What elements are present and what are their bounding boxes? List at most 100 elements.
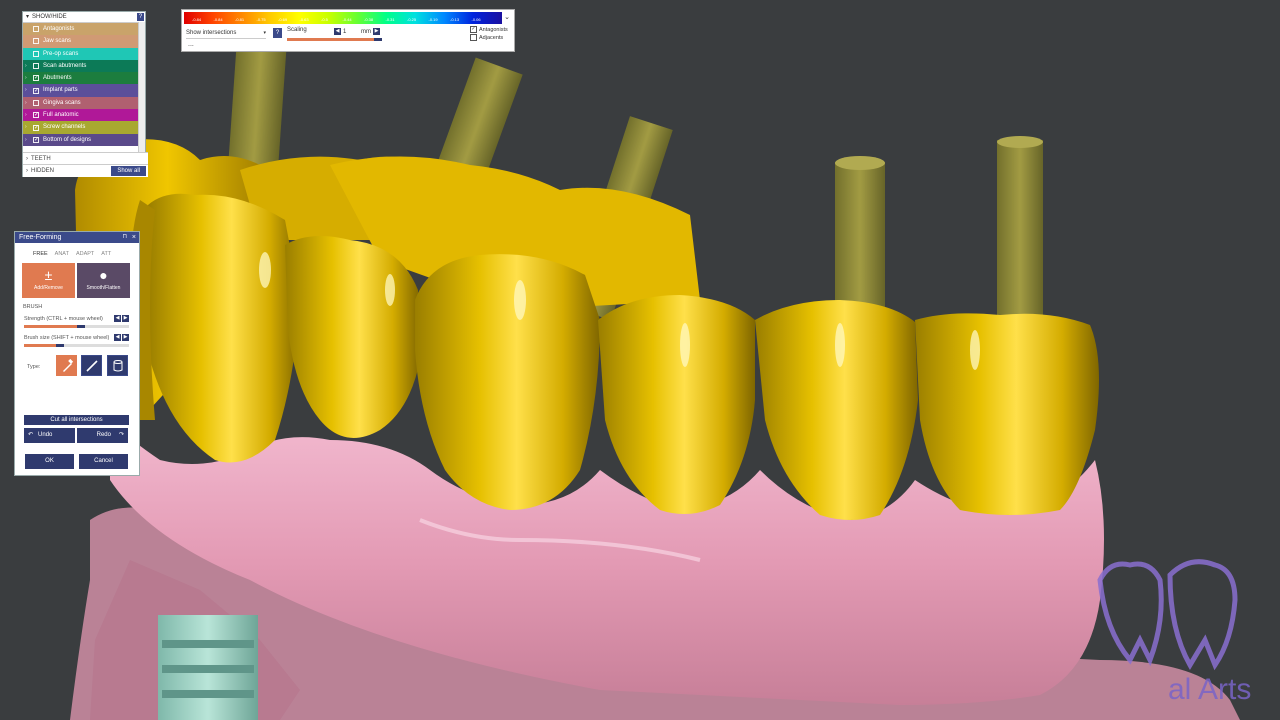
cancel-button[interactable]: Cancel xyxy=(79,454,128,469)
layer-label: Scan abutments xyxy=(43,62,87,69)
chevron-down-icon[interactable]: ⌄ xyxy=(504,13,510,21)
decrease-icon[interactable]: ◀ xyxy=(334,28,341,35)
strength-fill xyxy=(24,325,77,328)
checkbox-icon[interactable]: ✓ xyxy=(33,112,39,119)
tab-anat[interactable]: ANAT xyxy=(55,251,69,257)
help-button[interactable]: ? xyxy=(273,28,282,38)
redo-button[interactable]: Redo ↷ xyxy=(77,428,128,443)
close-icon[interactable]: × xyxy=(132,232,136,243)
expand-arrow-icon[interactable]: › xyxy=(25,109,33,121)
pen-icon xyxy=(85,359,98,372)
expand-arrow-icon[interactable]: › xyxy=(25,97,33,109)
adjacents-toggle[interactable]: Adjacents xyxy=(470,34,503,41)
type-label: Type: xyxy=(27,364,41,370)
show-hide-scrollbar[interactable] xyxy=(138,22,145,152)
add-remove-button[interactable]: ± Add/Remove xyxy=(22,263,75,298)
layer-row[interactable]: › ✓ Implant parts xyxy=(23,84,145,97)
layer-row[interactable]: › Scan abutments xyxy=(23,59,145,73)
layer-row[interactable]: › ✓ Full anatomic xyxy=(23,109,145,122)
checkbox-icon[interactable] xyxy=(33,63,39,70)
layer-row[interactable]: › ✓ Abutments xyxy=(23,72,145,85)
slider-knob[interactable] xyxy=(55,344,64,347)
ok-button[interactable]: OK xyxy=(25,454,74,469)
more-options[interactable]: ... xyxy=(188,41,194,48)
pen-brush-type-button[interactable] xyxy=(81,355,102,376)
layer-row[interactable]: Pre-op scans xyxy=(23,47,145,60)
scale-tick-label: -0.19 xyxy=(428,17,438,22)
brush-size-fill xyxy=(24,344,56,347)
layer-label: Abutments xyxy=(43,75,72,82)
undo-button[interactable]: ↶ Undo xyxy=(24,428,75,443)
layer-label: Pre-op scans xyxy=(43,50,79,57)
slider-knob[interactable] xyxy=(374,38,382,41)
expand-arrow-icon[interactable]: › xyxy=(25,60,33,72)
expand-arrow-icon[interactable]: › xyxy=(25,84,33,96)
checkbox-icon[interactable]: ✓ xyxy=(33,136,39,143)
increase-icon[interactable]: ▶ xyxy=(122,334,129,341)
expand-arrow-icon[interactable]: › xyxy=(25,121,33,133)
checkbox-icon[interactable]: ✓ xyxy=(33,87,39,94)
decrease-icon[interactable]: ◀ xyxy=(114,315,121,322)
layer-row[interactable]: › ✓ Bottom of designs xyxy=(23,133,145,146)
watermark-text: al Arts xyxy=(1168,673,1252,706)
layer-label: Jaw scans xyxy=(43,38,72,45)
checkbox-icon[interactable]: ✓ xyxy=(33,124,39,131)
scaling-label: Scaling xyxy=(287,27,307,33)
checkbox-icon[interactable] xyxy=(33,26,39,33)
cut-all-intersections-button[interactable]: Cut all intersections xyxy=(24,415,129,425)
smooth-flatten-label: Smooth/Flatten xyxy=(86,285,121,291)
checkbox-icon[interactable] xyxy=(33,99,39,106)
scale-tick-label: -0.38 xyxy=(364,17,374,22)
layer-label: Full anatomic xyxy=(43,112,79,119)
display-mode-select[interactable]: Show intersections ▾ xyxy=(186,28,266,39)
adjacents-label: Adjacents xyxy=(479,34,504,41)
scaling-slider[interactable] xyxy=(287,38,382,41)
scale-tick-label: -0.69 xyxy=(278,17,288,22)
show-hide-header[interactable]: ▾ SHOW/HIDE ? xyxy=(23,12,145,23)
layer-row[interactable]: Jaw scans xyxy=(23,35,145,48)
tab-att[interactable]: ATT xyxy=(101,251,111,257)
checkbox-icon[interactable]: ✓ xyxy=(33,75,39,82)
checkbox-icon[interactable] xyxy=(33,38,39,45)
antagonists-toggle[interactable]: ✓ Antagonists xyxy=(470,26,508,33)
checkbox-icon[interactable]: ✓ xyxy=(470,26,477,33)
layer-row[interactable]: › Gingiva scans xyxy=(23,96,145,110)
layer-row[interactable]: › ✓ Screw channels xyxy=(23,121,145,134)
checkbox-icon[interactable] xyxy=(470,34,477,41)
show-all-button[interactable]: Show all xyxy=(111,166,146,176)
plus-minus-icon: ± xyxy=(44,267,53,283)
scale-tick-label: -0.5 xyxy=(321,17,328,22)
tab-free[interactable]: FREE xyxy=(33,251,48,257)
show-hide-list: Antagonists Jaw scans Pre-op scans › Scan ab… xyxy=(23,23,145,146)
decrease-icon[interactable]: ◀ xyxy=(114,334,121,341)
increase-icon[interactable]: ▶ xyxy=(373,28,380,35)
redo-label: Redo xyxy=(96,432,111,438)
scaling-stepper[interactable]: ◀ 1 mm ▶ xyxy=(334,27,382,36)
layer-label: Gingiva scans xyxy=(43,99,81,106)
tab-adapt[interactable]: ADAPT xyxy=(76,251,94,257)
free-forming-titlebar[interactable]: Free-Forming ⊓ × xyxy=(15,232,139,243)
brush-size-label: Brush size (SHIFT + mouse wheel) xyxy=(24,335,110,341)
layer-row[interactable]: Antagonists xyxy=(23,23,145,36)
scale-tick-label: -0.31 xyxy=(385,17,395,22)
expand-arrow-icon[interactable]: › xyxy=(25,134,33,146)
cylinder-brush-type-button[interactable] xyxy=(107,355,128,376)
slider-knob[interactable] xyxy=(76,325,85,328)
strength-slider[interactable] xyxy=(24,325,129,328)
scale-tick-label: -0.06 xyxy=(471,17,481,22)
collapse-icon: ▾ xyxy=(26,14,30,20)
brush-size-slider[interactable] xyxy=(24,344,129,347)
paint-brush-type-button[interactable] xyxy=(56,355,77,376)
scale-tick-label: -0.63 xyxy=(299,17,309,22)
increase-icon[interactable]: ▶ xyxy=(122,315,129,322)
checkbox-icon[interactable] xyxy=(33,50,39,57)
section-hidden[interactable]: › HIDDEN Show all xyxy=(23,164,148,177)
chevron-right-icon: › xyxy=(26,168,28,174)
scale-tick-label: -0.44 xyxy=(342,17,352,22)
3d-viewport[interactable] xyxy=(0,0,1280,720)
expand-arrow-icon[interactable]: › xyxy=(25,72,33,84)
watermark-logo xyxy=(1097,559,1238,671)
smooth-flatten-button[interactable]: ● Smooth/Flatten xyxy=(77,263,130,298)
pin-icon[interactable]: ⊓ xyxy=(122,232,127,243)
help-button[interactable]: ? xyxy=(137,13,144,21)
